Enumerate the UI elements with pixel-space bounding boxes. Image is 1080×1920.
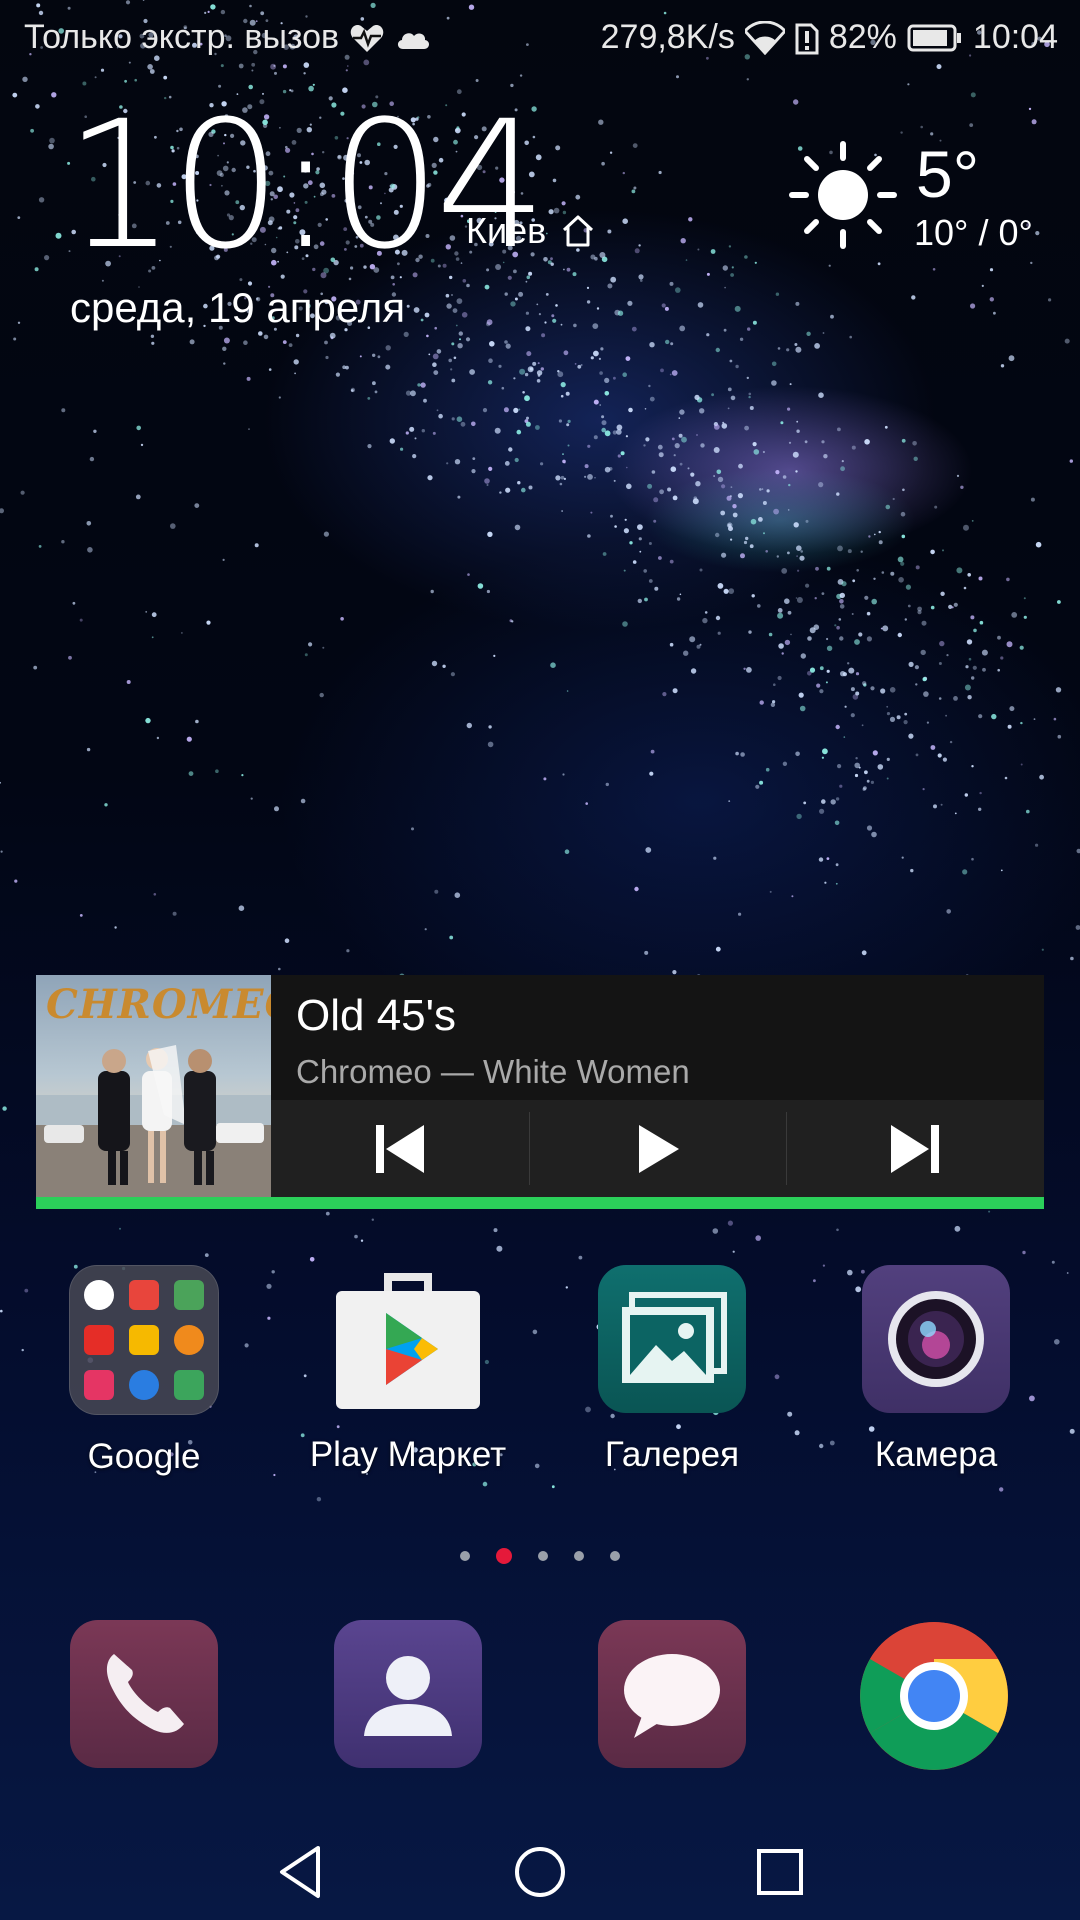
clock-date: среда, 19 апреля (70, 284, 406, 331)
google-folder-icon (69, 1265, 219, 1415)
phone-icon (106, 1654, 184, 1733)
app-google-folder[interactable]: Google (39, 1265, 249, 1477)
heart-monitor-icon (350, 24, 384, 52)
album-logo-text: CHROMEO (46, 981, 271, 1028)
weather-temperature[interactable]: 5° (916, 136, 979, 212)
play-icon (638, 1124, 679, 1173)
app-camera[interactable]: Камера (831, 1265, 1041, 1475)
app-label: Play Маркет (309, 1435, 507, 1474)
city-label: Киев (466, 210, 547, 251)
dock-messages[interactable] (598, 1620, 746, 1768)
back-icon[interactable] (270, 1840, 334, 1904)
dock-contacts[interactable] (334, 1620, 482, 1768)
weather-range: 10° / 0° (914, 212, 1033, 253)
page-dot[interactable] (538, 1551, 548, 1561)
dock-chrome[interactable] (858, 1620, 1008, 1770)
page-dot[interactable] (610, 1551, 620, 1561)
page-indicator[interactable] (0, 1548, 1080, 1564)
play-button[interactable] (528, 1100, 787, 1197)
status-time: 10:04 (972, 18, 1058, 56)
page-dot[interactable] (574, 1551, 584, 1561)
page-dot[interactable] (460, 1551, 470, 1561)
messages-icon (624, 1654, 720, 1738)
clock-city[interactable]: Киев (466, 210, 596, 252)
cloud-icon (398, 32, 430, 49)
next-button[interactable] (786, 1100, 1044, 1197)
gallery-icon (598, 1265, 746, 1413)
dock-phone[interactable] (70, 1620, 218, 1768)
previous-icon (375, 1124, 424, 1173)
progress-fill (36, 1197, 1044, 1209)
battery-icon (907, 24, 961, 51)
app-label: Google (87, 1437, 201, 1476)
next-icon (891, 1124, 940, 1173)
previous-button[interactable] (271, 1100, 529, 1197)
progress-bar (36, 1197, 1044, 1209)
play-store-icon (334, 1265, 482, 1413)
home-location-icon (563, 215, 594, 247)
sun-icon[interactable] (788, 140, 898, 250)
app-label: Камера (874, 1435, 998, 1474)
navigation-bar (0, 1820, 1080, 1920)
network-speed: 279,8K/s (600, 18, 735, 56)
app-gallery[interactable]: Галерея (567, 1265, 777, 1475)
playback-controls (271, 1100, 1044, 1197)
home-icon[interactable] (508, 1840, 572, 1904)
music-widget[interactable]: CHROMEO Old 45's Chromeo — White Women (36, 975, 1044, 1209)
camera-icon (862, 1265, 1010, 1413)
app-label: Галерея (604, 1435, 740, 1474)
battery-percent: 82% (828, 18, 897, 56)
album-art[interactable]: CHROMEO (36, 975, 271, 1197)
carrier-text: Только экстр. вызов (24, 18, 340, 56)
battery-alert-icon (795, 23, 819, 54)
wifi-icon (744, 20, 785, 55)
page-dot[interactable] (496, 1548, 512, 1564)
recents-icon[interactable] (748, 1840, 812, 1904)
chrome-icon (860, 1622, 1008, 1770)
status-bar: Только экстр. вызов 279,8K/s 82% 10:04 (0, 0, 1080, 76)
track-title: Old 45's (296, 991, 457, 1040)
app-play-store[interactable]: Play Маркет (303, 1265, 513, 1475)
track-artist-album: Chromeo — White Women (296, 1053, 690, 1090)
contacts-icon (364, 1656, 452, 1736)
